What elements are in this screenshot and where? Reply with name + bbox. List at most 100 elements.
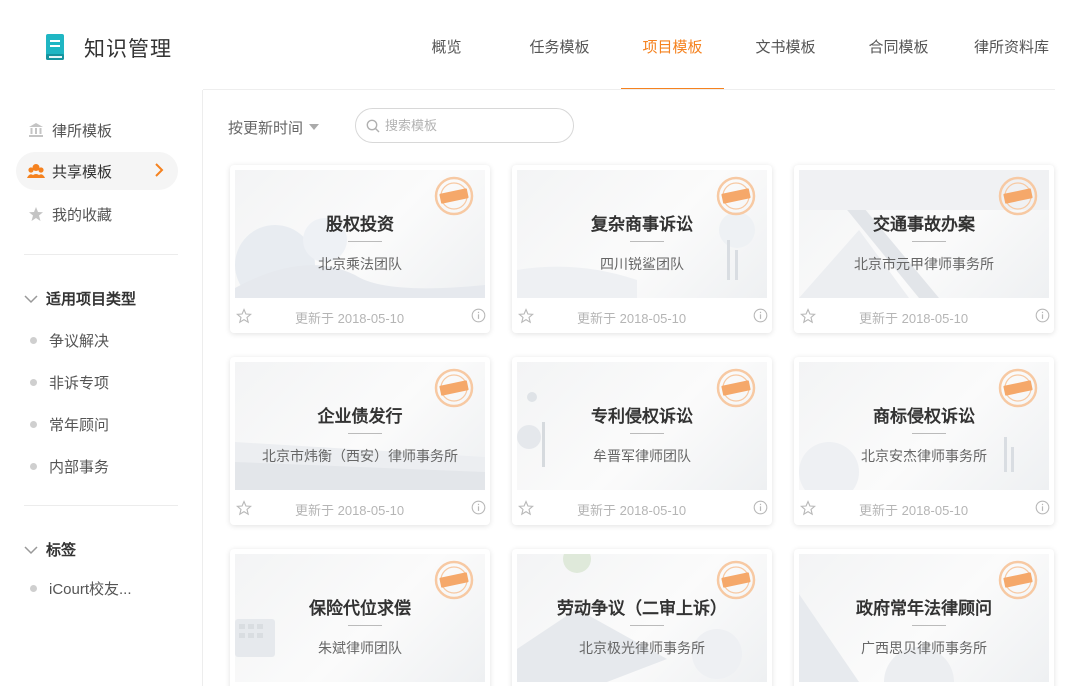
chevron-down-icon [24, 294, 38, 303]
favorite-star-icon[interactable] [799, 308, 817, 329]
nav-tab-document-templates[interactable]: 文书模板 [729, 0, 842, 90]
info-icon[interactable] [1035, 308, 1050, 328]
card-divider [630, 433, 664, 434]
card-footer: 更新于 2018-05-10 [794, 490, 1054, 525]
card-footer: 更新于 2018-05-10 [794, 298, 1054, 333]
card-cover: 商标侵权诉讼 北京安杰律师事务所 [799, 362, 1049, 490]
template-card[interactable]: 劳动争议（二审上诉） 北京极光律师事务所更新于 2018-05-10 [512, 549, 772, 686]
filter-item-label: 常年顾问 [49, 417, 110, 434]
info-icon[interactable] [471, 308, 486, 328]
sidebar-item-label: 我的收藏 [52, 206, 113, 224]
filter-item-internal-affairs[interactable]: 内部事务 [30, 456, 109, 477]
filter-item-retainer[interactable]: 常年顾问 [30, 414, 109, 435]
card-cover: 复杂商事诉讼 四川锐鲨团队 [517, 170, 767, 298]
card-updated-date: 更新于 2018-05-10 [859, 503, 969, 518]
card-team: 牟晋军律师团队 [593, 448, 691, 464]
app-title: 知识管理 [84, 38, 172, 61]
template-card[interactable]: 商标侵权诉讼 北京安杰律师事务所 更新于 2018-05-10 [794, 357, 1054, 525]
card-team: 北京安杰律师事务所 [861, 448, 987, 464]
card-footer: 更新于 2018-05-10 [230, 298, 490, 333]
search-input[interactable] [385, 118, 555, 133]
section-toggle-tags[interactable]: 标签 [24, 539, 76, 560]
card-cover: 企业债发行北京市炜衡（西安）律师事务所 [235, 362, 485, 490]
card-divider [912, 433, 946, 434]
sidebar-item-firm-templates[interactable]: 律所模板 [16, 111, 178, 149]
card-updated-date: 更新于 2018-05-10 [577, 503, 687, 518]
card-divider [348, 625, 382, 626]
sort-label: 按更新时间 [228, 120, 304, 137]
bullet-dot [30, 379, 37, 386]
sidebar-divider [24, 505, 178, 506]
info-icon[interactable] [1035, 500, 1050, 520]
card-title: 劳动争议（二审上诉） [557, 599, 727, 618]
template-card[interactable]: 股权投资 北京乘法团队更新于 2018-05-10 [230, 165, 490, 333]
filter-item-label: 争议解决 [49, 333, 110, 350]
filter-item-dispute-resolution[interactable]: 争议解决 [30, 330, 109, 351]
sort-dropdown[interactable]: 按更新时间 [228, 117, 320, 138]
card-cover: 劳动争议（二审上诉） 北京极光律师事务所 [517, 554, 767, 682]
nav-tab-contract-templates[interactable]: 合同模板 [842, 0, 955, 90]
card-cover: 交通事故办案北京市元甲律师事务所 [799, 170, 1049, 298]
bank-icon [27, 121, 45, 139]
card-divider [630, 241, 664, 242]
card-updated-date: 更新于 2018-05-10 [295, 311, 405, 326]
card-team: 北京极光律师事务所 [579, 640, 705, 656]
section-toggle-project-types[interactable]: 适用项目类型 [24, 288, 136, 309]
star-icon [27, 205, 45, 223]
card-footer: 更新于 2018-05-10 [512, 298, 772, 333]
card-divider [348, 433, 382, 434]
card-team: 广西思贝律师事务所 [861, 640, 987, 656]
card-cover: 股权投资 北京乘法团队 [235, 170, 485, 298]
top-header: 知识管理 概览 任务模板 项目模板 文书模板 合同模板 律所资料库 [0, 0, 1080, 90]
bullet-dot [30, 585, 37, 592]
template-card[interactable]: 政府常年法律顾问广西思贝律师事务所更新于 2018-05-10 [794, 549, 1054, 686]
filter-item-label: 非诉专项 [49, 375, 110, 392]
card-team: 北京市炜衡（西安）律师事务所 [262, 448, 458, 464]
card-divider [912, 241, 946, 242]
card-title: 商标侵权诉讼 [873, 407, 975, 426]
nav-tab-task-templates[interactable]: 任务模板 [503, 0, 616, 90]
favorite-star-icon[interactable] [517, 308, 535, 329]
card-title: 复杂商事诉讼 [591, 215, 693, 234]
tag-item-icourt-alumni[interactable]: iCourt校友... [30, 578, 132, 599]
sidebar-item-label: 律所模板 [52, 122, 113, 140]
template-card[interactable]: 企业债发行北京市炜衡（西安）律师事务所更新于 2018-05-10 [230, 357, 490, 525]
search-box [355, 108, 574, 143]
template-card[interactable]: 保险代位求偿朱斌律师团队更新于 2018-05-10 [230, 549, 490, 686]
nav-tab-overview[interactable]: 概览 [390, 0, 503, 90]
favorite-star-icon[interactable] [799, 500, 817, 521]
bullet-dot [30, 421, 37, 428]
favorite-star-icon[interactable] [517, 500, 535, 521]
card-divider [348, 241, 382, 242]
card-updated-date: 更新于 2018-05-10 [295, 503, 405, 518]
card-title: 交通事故办案 [873, 215, 975, 234]
card-updated-date: 更新于 2018-05-10 [577, 311, 687, 326]
info-icon[interactable] [471, 500, 486, 520]
card-title: 企业债发行 [317, 407, 403, 426]
sidebar-item-shared-templates[interactable]: 共享模板 [16, 152, 178, 190]
card-team: 北京市元甲律师事务所 [854, 256, 994, 272]
card-footer: 更新于 2018-05-10 [230, 682, 490, 686]
search-icon [366, 119, 380, 132]
section-title: 适用项目类型 [46, 291, 137, 308]
card-divider [912, 625, 946, 626]
template-card[interactable]: 复杂商事诉讼 四川锐鲨团队更新于 2018-05-10 [512, 165, 772, 333]
nav-tab-firm-library[interactable]: 律所资料库 [955, 0, 1068, 90]
info-icon[interactable] [753, 500, 768, 520]
sidebar-item-my-favorites[interactable]: 我的收藏 [16, 195, 178, 233]
card-footer: 更新于 2018-05-10 [512, 490, 772, 525]
filter-item-label: 内部事务 [49, 459, 110, 476]
template-card[interactable]: 交通事故办案北京市元甲律师事务所更新于 2018-05-10 [794, 165, 1054, 333]
card-title: 保险代位求偿 [309, 599, 411, 618]
filter-item-non-litigation[interactable]: 非诉专项 [30, 372, 109, 393]
chevron-right-icon [154, 162, 164, 182]
card-team: 四川锐鲨团队 [600, 256, 684, 272]
nav-tab-project-templates[interactable]: 项目模板 [616, 0, 729, 90]
card-footer: 更新于 2018-05-10 [794, 682, 1054, 686]
favorite-star-icon[interactable] [235, 308, 253, 329]
section-title: 标签 [46, 542, 77, 559]
template-card[interactable]: 专利侵权诉讼 牟晋军律师团队 更新于 2018-05-10 [512, 357, 772, 525]
info-icon[interactable] [753, 308, 768, 328]
header-divider [203, 89, 1055, 90]
favorite-star-icon[interactable] [235, 500, 253, 521]
